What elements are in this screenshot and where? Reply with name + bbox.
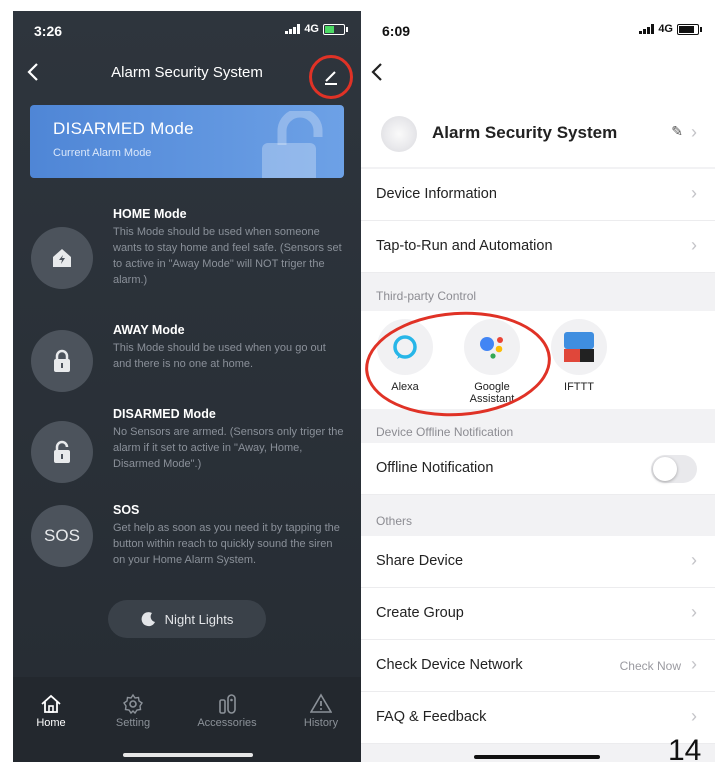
row-label: Check Device Network: [376, 657, 523, 673]
mode-description: Get help as soon as you need it by tappi…: [113, 522, 340, 566]
offline-notification-row: Offline Notification: [361, 443, 715, 495]
status-signal: 4G: [285, 23, 348, 35]
toggle-knob: [653, 457, 677, 481]
mode-description: This Mode should be used when someone wa…: [113, 226, 342, 286]
row-label: Device Information: [376, 186, 497, 202]
row-label: Tap-to-Run and Automation: [376, 238, 553, 254]
ifttt-label: IFTTT: [564, 381, 594, 393]
network-label: 4G: [658, 23, 673, 35]
home-outline-icon: [41, 694, 61, 713]
edit-button[interactable]: [309, 55, 353, 99]
mode-title: AWAY Mode: [113, 323, 185, 337]
device-avatar: [381, 116, 417, 152]
tab-label: Home: [36, 717, 66, 729]
tab-accessories[interactable]: Accessories: [187, 691, 267, 729]
lock-icon: [31, 330, 93, 392]
row-label: Share Device: [376, 553, 464, 569]
mode-description: This Mode should be used when you go out…: [113, 342, 326, 370]
row-label: Create Group: [376, 605, 464, 621]
tab-setting[interactable]: Setting: [93, 691, 173, 729]
mode-title: HOME Mode: [113, 207, 187, 221]
status-bar: 3:26 4G: [13, 11, 361, 51]
signal-icon: [639, 24, 655, 34]
row-label: FAQ & Feedback: [376, 709, 487, 725]
ifttt-icon: [564, 332, 594, 362]
signal-icon: [285, 24, 301, 34]
tab-label: Accessories: [197, 717, 257, 729]
chevron-left-icon: [371, 63, 382, 81]
offline-notification-toggle[interactable]: [651, 455, 697, 483]
check-now-value: Check Now: [619, 659, 681, 673]
nav-bar: [361, 51, 715, 103]
check-device-network-row[interactable]: Check Device Network Check Now ›: [361, 640, 715, 692]
chevron-right-icon: ›: [691, 654, 697, 674]
faq-feedback-row[interactable]: FAQ & Feedback ›: [361, 692, 715, 744]
current-mode-subtitle: Current Alarm Mode: [53, 147, 152, 159]
device-name: Alarm Security System: [432, 123, 618, 142]
chevron-right-icon: ›: [691, 183, 697, 203]
home-indicator: [123, 753, 253, 757]
warning-icon: [310, 693, 332, 713]
current-mode-title: DISARMED Mode: [53, 119, 194, 138]
row-label: Offline Notification: [376, 460, 494, 476]
chevron-right-icon: ›: [691, 550, 697, 570]
tab-label: Setting: [115, 717, 151, 729]
status-bar: 6:09 4G: [361, 11, 715, 51]
mode-title: SOS: [113, 503, 140, 517]
unlock-icon: [31, 421, 93, 483]
mode-description: No Sensors are armed. (Sensors only trig…: [113, 426, 344, 470]
sos-mode-item[interactable]: SOS SOS Get help as soon as you need it …: [13, 503, 361, 567]
ifttt-item[interactable]: IFTTT: [539, 319, 619, 393]
status-signal: 4G: [639, 23, 702, 35]
section-others: Others: [376, 514, 413, 528]
status-time: 6:09: [382, 23, 411, 39]
battery-icon: [323, 23, 348, 35]
chevron-right-icon: ›: [691, 706, 697, 726]
sos-icon: SOS: [31, 505, 93, 567]
current-mode-card[interactable]: DISARMED Mode Current Alarm Mode: [30, 105, 344, 178]
status-time: 3:26: [34, 23, 63, 39]
night-lights-button[interactable]: Night Lights: [108, 600, 266, 638]
pencil-icon[interactable]: ✎: [671, 123, 683, 140]
disarmed-mode-item[interactable]: DISARMED Mode No Sensors are armed. (Sen…: [13, 407, 361, 503]
home-indicator: [474, 755, 600, 759]
home-mode-item[interactable]: HOME Mode This Mode should be used when …: [13, 207, 361, 307]
away-mode-item[interactable]: AWAY Mode This Mode should be used when …: [13, 323, 361, 403]
tap-to-run-row[interactable]: Tap-to-Run and Automation ›: [361, 221, 715, 273]
section-offline: Device Offline Notification: [376, 425, 514, 439]
battery-icon: [677, 23, 702, 35]
tab-history[interactable]: History: [281, 691, 361, 729]
share-device-row[interactable]: Share Device ›: [361, 536, 715, 588]
night-lights-label: Night Lights: [164, 611, 234, 627]
section-third-party: Third-party Control: [376, 289, 477, 303]
network-label: 4G: [304, 23, 319, 35]
unlock-watermark-icon: [262, 111, 323, 178]
chevron-right-icon: ›: [691, 235, 697, 255]
back-button[interactable]: [371, 61, 383, 87]
gear-icon: [123, 693, 143, 715]
pencil-icon: [325, 71, 337, 85]
home-icon: [31, 227, 93, 289]
left-phone-screen: 3:26 4G Alarm Security System DISARMED M…: [13, 11, 361, 762]
tab-home[interactable]: Home: [13, 691, 91, 729]
create-group-row[interactable]: Create Group ›: [361, 588, 715, 640]
sensor-icon: [219, 694, 236, 714]
chevron-right-icon: ›: [691, 122, 697, 142]
tab-label: History: [303, 717, 339, 729]
device-information-row[interactable]: Device Information ›: [361, 169, 715, 221]
device-header[interactable]: Alarm Security System ✎ ›: [361, 103, 715, 167]
moon-icon: [141, 612, 155, 627]
mode-title: DISARMED Mode: [113, 407, 216, 421]
right-phone-screen: 6:09 4G Alarm Security System ✎ › Device…: [361, 11, 715, 762]
page-number: 14: [668, 734, 702, 767]
bottom-tab-bar: Home Setting Accessories History: [13, 677, 361, 762]
chevron-right-icon: ›: [691, 602, 697, 622]
